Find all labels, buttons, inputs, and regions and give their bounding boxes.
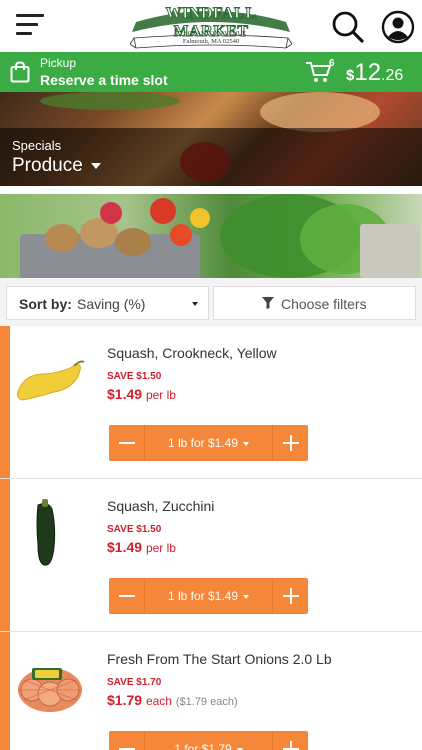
plus-icon-vertical <box>290 741 292 750</box>
savings-label: SAVE $1.70 <box>107 677 162 688</box>
choose-filters-button[interactable]: Choose filters <box>213 286 416 320</box>
caret-down-icon <box>243 441 250 446</box>
quantity-value: 1 lb for $1.49 <box>167 589 239 603</box>
category-label: Specials <box>12 138 62 153</box>
logo-street: 77 SCRANTON AVENUE <box>175 30 247 37</box>
banner-decoration <box>40 92 180 110</box>
price-amount: $1.49 <box>107 386 143 402</box>
quantity-stepper: 1 lb for $1.49 <box>109 578 308 614</box>
increase-quantity-button[interactable] <box>272 425 308 461</box>
quantity-value: 1 lb for $1.49 <box>167 436 239 450</box>
price-unit: each <box>145 694 172 708</box>
logo-city: Falmouth, MA 02540 <box>182 38 240 45</box>
menu-button[interactable] <box>16 14 46 36</box>
minus-icon <box>119 595 135 597</box>
sort-filter-bar: Sort by: Saving (%) Choose filters <box>0 278 422 326</box>
pickup-label: Pickup <box>40 56 77 70</box>
caret-down-icon <box>192 302 198 306</box>
quantity-selector[interactable]: 1 lb for $1.49 <box>145 425 272 461</box>
user-icon <box>381 10 415 44</box>
produce-photo <box>0 194 422 278</box>
increase-quantity-button[interactable] <box>272 731 308 750</box>
category-banner: Specials Produce <box>0 92 422 186</box>
price-unit: per lb <box>145 541 176 555</box>
logo-address: 77 SCRANTON AVENUE Falmouth, MA 02540 <box>130 30 292 46</box>
filter-icon <box>262 297 274 309</box>
account-button[interactable] <box>381 10 415 44</box>
cart-total[interactable]: $12.26 <box>346 59 403 87</box>
plus-icon-vertical <box>290 588 292 604</box>
decrease-quantity-button[interactable] <box>109 731 145 750</box>
shopping-bag-icon <box>10 61 30 83</box>
sale-stripe <box>0 479 10 631</box>
category-value: Produce <box>12 155 83 176</box>
chevron-down-icon <box>90 162 101 169</box>
decrease-quantity-button[interactable] <box>109 425 145 461</box>
photo-potato <box>115 228 151 256</box>
product-name[interactable]: Fresh From The Start Onions 2.0 Lb <box>107 651 332 667</box>
photo-radish <box>100 202 122 224</box>
store-logo[interactable]: WINDFALL MARKET 77 SCRANTON AVENUE Falmo… <box>130 2 292 50</box>
price-amount: $1.79 <box>107 692 143 708</box>
product-card: Squash, Crookneck, Yellow SAVE $1.50 $1.… <box>0 326 422 479</box>
photo-potato <box>45 224 79 252</box>
filter-label: Choose filters <box>281 296 367 312</box>
pickup-bar: Pickup Reserve a time slot 6 $12.26 <box>0 52 422 92</box>
savings-label: SAVE $1.50 <box>107 371 162 382</box>
caret-down-icon <box>243 594 250 599</box>
cart-cents: .26 <box>381 67 404 84</box>
decrease-quantity-button[interactable] <box>109 578 145 614</box>
product-name[interactable]: Squash, Crookneck, Yellow <box>107 345 277 361</box>
app-header: WINDFALL MARKET 77 SCRANTON AVENUE Falmo… <box>0 0 422 52</box>
price: $1.79 each ($1.79 each) <box>107 692 238 708</box>
increase-quantity-button[interactable] <box>272 578 308 614</box>
price: $1.49 per lb <box>107 539 176 555</box>
photo-crate <box>360 224 420 278</box>
banner-decoration <box>260 92 380 132</box>
cart-dollars: 12 <box>354 59 382 86</box>
sale-stripe <box>0 632 10 750</box>
price-each: ($1.79 each) <box>175 696 238 708</box>
price-amount: $1.49 <box>107 539 143 555</box>
quantity-value: 1 for $1.79 <box>174 742 232 750</box>
sort-dropdown[interactable]: Sort by: Saving (%) <box>6 286 209 320</box>
cart-count-badge: 6 <box>329 58 335 69</box>
photo-tomato <box>150 198 176 224</box>
onion-bag-image[interactable] <box>14 650 86 722</box>
sort-value: Saving (%) <box>77 296 146 312</box>
price-unit: per lb <box>145 388 176 402</box>
search-icon <box>332 11 364 43</box>
product-card: Fresh From The Start Onions 2.0 Lb SAVE … <box>0 632 422 750</box>
quantity-selector[interactable]: 1 for $1.79 <box>145 731 272 750</box>
hamburger-icon-line <box>16 32 32 35</box>
reserve-time-slot-link[interactable]: Reserve a time slot <box>40 72 168 88</box>
quantity-stepper: 1 lb for $1.49 <box>109 425 308 461</box>
sale-stripe <box>0 326 10 478</box>
plus-icon-vertical <box>290 435 292 451</box>
category-selector[interactable]: Produce <box>12 155 101 177</box>
zucchini-image[interactable] <box>14 497 86 569</box>
search-button[interactable] <box>331 10 365 44</box>
hamburger-icon-line <box>16 23 38 26</box>
minus-icon <box>119 442 135 444</box>
price: $1.49 per lb <box>107 386 176 402</box>
photo-tomato <box>170 224 192 246</box>
yellow-squash-image[interactable] <box>14 344 86 416</box>
product-name[interactable]: Squash, Zucchini <box>107 498 214 514</box>
savings-label: SAVE $1.50 <box>107 524 162 535</box>
product-card: Squash, Zucchini SAVE $1.50 $1.49 per lb… <box>0 479 422 632</box>
hamburger-icon <box>16 14 44 17</box>
minus-icon <box>119 748 135 750</box>
quantity-selector[interactable]: 1 lb for $1.49 <box>145 578 272 614</box>
quantity-stepper: 1 for $1.79 <box>109 731 308 750</box>
photo-pepper <box>190 208 210 228</box>
sort-label: Sort by: <box>19 296 72 312</box>
